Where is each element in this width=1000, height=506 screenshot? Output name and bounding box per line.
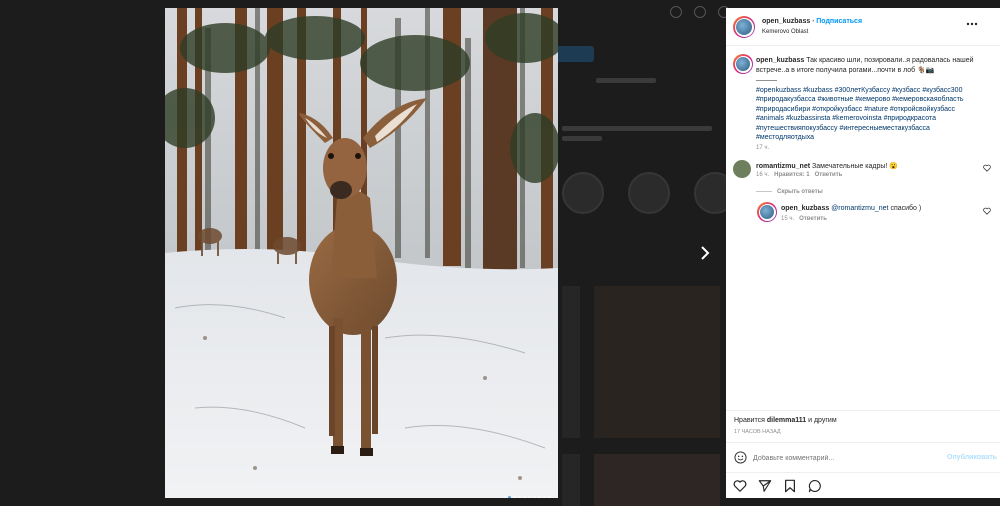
comment-meta: 16 ч. Нравится: 1 Ответить bbox=[756, 172, 842, 178]
reply-text: спасибо ) bbox=[890, 205, 922, 212]
home-icon bbox=[670, 6, 682, 18]
bg-grid-tile bbox=[562, 286, 580, 438]
comment-time: 16 ч. bbox=[756, 172, 770, 178]
hide-replies-toggle[interactable]: Скрыть ответы bbox=[756, 188, 823, 195]
chevron-right-icon bbox=[701, 246, 710, 260]
comment: romantizmu_net Замечательные кадры! 😮 bbox=[756, 162, 898, 170]
reply-mention[interactable]: @romantizmu_net bbox=[831, 205, 888, 212]
author-username[interactable]: open_kuzbass bbox=[762, 18, 810, 25]
hashtag-line[interactable]: #путешествияпокузбассу #интересныеместак… bbox=[756, 124, 986, 134]
reply-avatar[interactable] bbox=[757, 202, 777, 222]
emoji-icon[interactable] bbox=[734, 451, 747, 464]
post-side-panel: open_kuzbass • Подписаться Kemerovo Obla… bbox=[726, 8, 1000, 498]
share-paper-plane-icon[interactable] bbox=[758, 479, 772, 493]
likes-suffix[interactable]: и другим bbox=[808, 417, 837, 424]
bg-bio-line bbox=[562, 136, 602, 141]
save-bookmark-icon[interactable] bbox=[783, 479, 797, 493]
comment-likes[interactable]: Нравится: 1 bbox=[774, 172, 809, 178]
like-heart-icon[interactable] bbox=[733, 479, 747, 493]
more-options-button[interactable] bbox=[966, 18, 978, 30]
follow-button[interactable]: Подписаться bbox=[816, 18, 862, 25]
likes-user[interactable]: dilemma111 bbox=[767, 417, 806, 424]
caption-username[interactable]: open_kuzbass bbox=[756, 57, 804, 64]
carousel-dot bbox=[518, 496, 521, 498]
hashtag-line[interactable]: #animals #kuzbassinsta #kemerovoinsta #п… bbox=[756, 114, 986, 124]
caption: open_kuzbass Так красиво шли, позировали… bbox=[756, 56, 984, 75]
top-nav-icons bbox=[670, 6, 730, 18]
separator-dot: • bbox=[812, 19, 815, 25]
carousel-dot bbox=[508, 496, 511, 498]
author-avatar[interactable] bbox=[733, 16, 755, 38]
comment-text: Замечательные кадры! 😮 bbox=[812, 163, 898, 170]
carousel-dot bbox=[538, 496, 541, 498]
deer-forest-image bbox=[165, 8, 558, 498]
comment-input[interactable] bbox=[753, 452, 933, 464]
bg-grid-tile bbox=[594, 286, 720, 438]
reply-reply-button[interactable]: Ответить bbox=[799, 216, 827, 222]
carousel-dot bbox=[523, 496, 526, 498]
caption-hashtags: ——— #openkuzbass #kuzbass #300летКузбасс… bbox=[756, 76, 986, 143]
bg-highlight bbox=[628, 172, 670, 214]
publish-button[interactable]: Опубликовать bbox=[947, 454, 997, 461]
comment-heart-icon[interactable] bbox=[983, 164, 991, 172]
bg-stat-line bbox=[596, 78, 656, 83]
caption-time: 17 ч. bbox=[756, 145, 770, 151]
hashtag-line[interactable]: #природакузбасса #животные #кемерово #ке… bbox=[756, 95, 986, 105]
carousel-dot bbox=[543, 496, 546, 498]
more-horizontal-icon bbox=[966, 22, 978, 26]
comment-username[interactable]: romantizmu_net bbox=[756, 163, 810, 170]
post-location[interactable]: Kemerovo Oblast bbox=[762, 29, 808, 35]
divider bbox=[726, 442, 1000, 443]
carousel-dot bbox=[503, 496, 506, 498]
divider bbox=[726, 472, 1000, 473]
messenger-icon bbox=[694, 6, 706, 18]
comment-reply-button[interactable]: Ответить bbox=[815, 172, 843, 178]
reply-username[interactable]: open_kuzbass bbox=[781, 205, 829, 212]
reply: open_kuzbass @romantizmu_net спасибо ) bbox=[781, 205, 921, 212]
commenter-avatar[interactable] bbox=[733, 160, 751, 178]
carousel-dot bbox=[528, 496, 531, 498]
likes-summary: Нравится dilemma111 и другим bbox=[734, 417, 837, 424]
carousel-dot bbox=[513, 496, 516, 498]
carousel-dots bbox=[503, 496, 551, 498]
post-photo[interactable] bbox=[165, 8, 558, 498]
likes-prefix: Нравится bbox=[734, 417, 765, 424]
caption-dash: ——— bbox=[756, 77, 777, 84]
reply-time: 15 ч. bbox=[781, 216, 795, 222]
bg-follow-button bbox=[556, 46, 594, 62]
comment-bubble-icon[interactable] bbox=[808, 479, 822, 493]
reply-meta: 15 ч. Ответить bbox=[781, 216, 827, 222]
reply-heart-icon[interactable] bbox=[983, 207, 991, 215]
caption-avatar[interactable] bbox=[733, 54, 753, 74]
divider bbox=[726, 410, 1000, 411]
bg-grid-tile bbox=[594, 454, 720, 506]
post-timestamp[interactable]: 17 часов назад bbox=[734, 429, 781, 435]
bg-grid-tile bbox=[562, 454, 580, 506]
bg-highlight bbox=[562, 172, 604, 214]
hashtag-line[interactable]: #местодляотдыха bbox=[756, 133, 986, 143]
hashtag-line[interactable]: #природасибири #откройкузбасс #nature #о… bbox=[756, 105, 986, 115]
next-post-arrow[interactable] bbox=[696, 244, 714, 262]
carousel-dot bbox=[548, 496, 551, 498]
author-line: open_kuzbass • Подписаться bbox=[762, 18, 862, 25]
post-header: open_kuzbass • Подписаться Kemerovo Obla… bbox=[726, 8, 1000, 46]
carousel-dot bbox=[533, 496, 536, 498]
hashtag-line[interactable]: #openkuzbass #kuzbass #300летКузбассу #к… bbox=[756, 86, 986, 96]
bg-bio-line bbox=[562, 126, 712, 131]
hide-replies-label[interactable]: Скрыть ответы bbox=[777, 189, 823, 195]
